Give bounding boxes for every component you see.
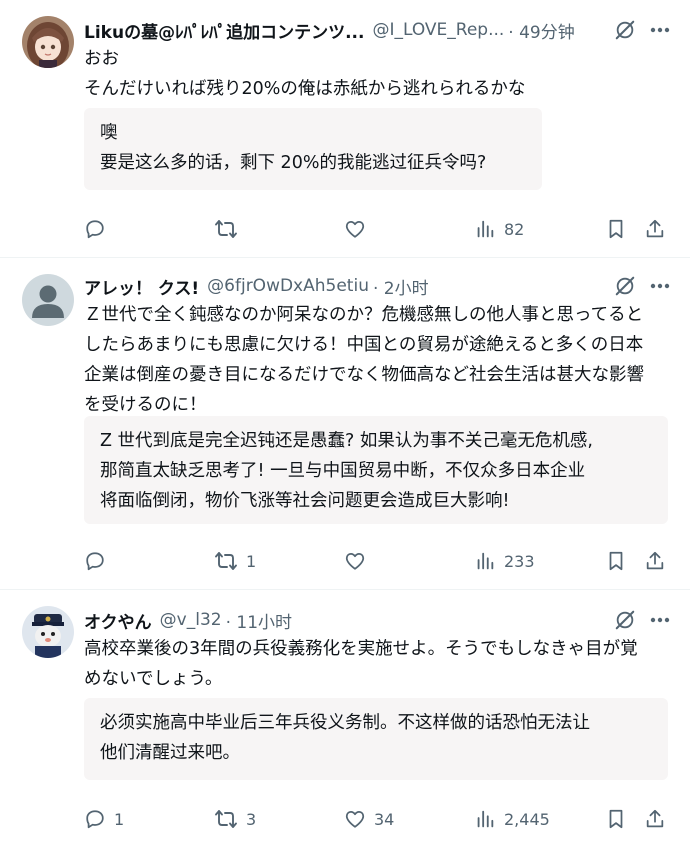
user-handle[interactable]: @6fjrOwDxAh5etiu bbox=[207, 276, 369, 296]
timestamp[interactable]: · 49分钟 bbox=[508, 18, 574, 43]
bookmark-button[interactable] bbox=[606, 546, 626, 576]
more-icon[interactable] bbox=[650, 283, 670, 289]
share-icon bbox=[646, 219, 664, 238]
bookmark-icon bbox=[609, 809, 623, 829]
translation-line: 要是这么多的话，剩下 20%的我能逃过征兵令吗? bbox=[100, 153, 487, 173]
repost-button[interactable] bbox=[214, 214, 246, 244]
post-text-line: おお bbox=[84, 49, 119, 69]
post-text-line: めないでしょう。 bbox=[84, 669, 223, 689]
display-name[interactable]: アレッ！ クス! bbox=[84, 274, 199, 299]
views-icon bbox=[477, 810, 494, 828]
views-icon bbox=[477, 220, 494, 238]
header-icons bbox=[606, 609, 670, 631]
post-header: アレッ！ クス! @6fjrOwDxAh5etiu · 2小时 bbox=[84, 272, 670, 300]
police-mascot-avatar-icon bbox=[22, 606, 74, 658]
post-text-line: Ｚ世代で全く鈍感なのか阿呆なのか？危機感無しの他人事と思ってると bbox=[84, 305, 644, 325]
views-count: 2,445 bbox=[504, 809, 550, 829]
avatar[interactable] bbox=[22, 606, 74, 658]
views-icon bbox=[477, 552, 494, 570]
grok-icon[interactable] bbox=[614, 19, 636, 41]
post-text-line: したらあまりにも思慮に欠ける！中国との貿易が途絶えると多くの日本 bbox=[84, 335, 644, 355]
anime-girl-avatar-icon bbox=[22, 16, 74, 68]
post-text-line: 高校卒業後の3年間の兵役義務化を実施せよ。そうでもしなきゃ目が覚 bbox=[84, 639, 638, 659]
bookmark-icon bbox=[609, 551, 623, 571]
display-name[interactable]: Likuの墓@ﾚﾊﾟﾚﾊﾟ追加コンテンツ... bbox=[84, 18, 364, 43]
grok-icon[interactable] bbox=[614, 275, 636, 297]
header-icons bbox=[606, 19, 670, 41]
user-handle[interactable]: @v_l32 bbox=[160, 610, 222, 630]
repost-icon bbox=[215, 810, 237, 828]
share-button[interactable] bbox=[644, 546, 666, 576]
heart-icon bbox=[345, 810, 365, 828]
post[interactable]: Likuの墓@ﾚﾊﾟﾚﾊﾟ追加コンテンツ... @I_LOVE_Rep... ·… bbox=[0, 0, 690, 258]
heart-icon bbox=[345, 552, 365, 570]
repost-button[interactable]: 1 bbox=[214, 546, 256, 576]
translation-line: 那简直太缺乏思考了! 一旦与中国贸易中断，不仅众多日本企业 bbox=[100, 461, 586, 481]
repost-button[interactable]: 3 bbox=[214, 804, 256, 834]
post-header: オクやん @v_l32 · 11小时 bbox=[84, 606, 670, 634]
translation-box: 必须实施高中毕业后三年兵役义务制。不这样做的话恐怕无法让 他们清醒过来吧。 bbox=[84, 698, 668, 780]
views-button[interactable]: 2,445 bbox=[474, 804, 550, 834]
avatar[interactable] bbox=[22, 16, 74, 68]
grok-icon[interactable] bbox=[614, 609, 636, 631]
reply-button[interactable] bbox=[84, 214, 114, 244]
share-icon bbox=[646, 551, 664, 570]
repost-icon bbox=[215, 220, 237, 238]
avatar[interactable] bbox=[22, 274, 74, 326]
action-bar: 1 3 34 2,445 bbox=[84, 804, 670, 834]
repost-icon bbox=[215, 552, 237, 570]
translation-line: 必须实施高中毕业后三年兵役义务制。不这样做的话恐怕无法让 bbox=[100, 713, 590, 733]
like-button[interactable] bbox=[344, 214, 374, 244]
user-handle[interactable]: @I_LOVE_Rep... bbox=[372, 20, 504, 40]
repost-count: 3 bbox=[246, 809, 257, 829]
views-count: 233 bbox=[504, 551, 535, 571]
views-button[interactable]: 233 bbox=[474, 546, 535, 576]
repost-count: 1 bbox=[246, 551, 257, 571]
bookmark-button[interactable] bbox=[606, 804, 626, 834]
translation-line: Z 世代到底是完全迟钝还是愚蠢? 如果认为事不关己毫无危机感, bbox=[100, 431, 593, 451]
share-button[interactable] bbox=[644, 214, 666, 244]
heart-icon bbox=[345, 220, 365, 238]
action-bar: 1 233 bbox=[84, 546, 670, 576]
translation-box: Z 世代到底是完全迟钝还是愚蠢? 如果认为事不关己毫无危机感, 那简直太缺乏思考… bbox=[84, 416, 668, 524]
like-button[interactable] bbox=[344, 546, 374, 576]
post[interactable]: アレッ！ クス! @6fjrOwDxAh5etiu · 2小时 Ｚ世代で全く鈍感… bbox=[0, 258, 690, 590]
post-text: おお そんだけいれば残り20%の俺は赤紙から逃れられるかな bbox=[84, 44, 668, 104]
views-button[interactable]: 82 bbox=[474, 214, 524, 244]
translation-box: 噢 要是这么多的话，剩下 20%的我能逃过征兵令吗? bbox=[84, 108, 542, 190]
like-button[interactable]: 34 bbox=[344, 804, 394, 834]
timestamp[interactable]: · 2小时 bbox=[373, 274, 429, 299]
reply-icon bbox=[86, 810, 104, 829]
timestamp[interactable]: · 11小时 bbox=[226, 608, 292, 633]
share-button[interactable] bbox=[644, 804, 666, 834]
more-icon[interactable] bbox=[650, 27, 670, 33]
post-header: Likuの墓@ﾚﾊﾟﾚﾊﾟ追加コンテンツ... @I_LOVE_Rep... ·… bbox=[84, 16, 670, 44]
reply-count: 1 bbox=[114, 809, 125, 829]
reply-icon bbox=[86, 220, 104, 239]
display-name[interactable]: オクやん bbox=[84, 608, 152, 633]
translation-line: 他们清醒过来吧。 bbox=[100, 743, 240, 763]
post-text-line: 企業は倒産の憂き目になるだけでなく物価高など社会生活は甚大な影響 bbox=[84, 365, 644, 385]
post-text-line: そんだけいれば残り20%の俺は赤紙から逃れられるかな bbox=[84, 79, 526, 99]
like-count: 34 bbox=[374, 809, 395, 829]
default-person-avatar-icon bbox=[22, 274, 74, 326]
action-bar: 82 bbox=[84, 214, 670, 244]
post[interactable]: オクやん @v_l32 · 11小时 高校卒業後の3年間の兵役義務化を実施せよ。… bbox=[0, 590, 690, 848]
header-icons bbox=[606, 275, 670, 297]
reply-button[interactable]: 1 bbox=[84, 804, 124, 834]
translation-line: 将面临倒闭，物价飞涨等社会问题更会造成巨大影响! bbox=[100, 491, 510, 511]
post-text: 高校卒業後の3年間の兵役義務化を実施せよ。そうでもしなきゃ目が覚 めないでしょう… bbox=[84, 634, 668, 694]
bookmark-button[interactable] bbox=[606, 214, 626, 244]
views-count: 82 bbox=[504, 219, 525, 239]
more-icon[interactable] bbox=[650, 617, 670, 623]
share-icon bbox=[646, 809, 664, 828]
bookmark-icon bbox=[609, 219, 623, 239]
translation-line: 噢 bbox=[100, 123, 118, 143]
post-text: Ｚ世代で全く鈍感なのか阿呆なのか？危機感無しの他人事と思ってると したらあまりに… bbox=[84, 300, 668, 420]
reply-icon bbox=[86, 552, 104, 571]
reply-button[interactable] bbox=[84, 546, 114, 576]
